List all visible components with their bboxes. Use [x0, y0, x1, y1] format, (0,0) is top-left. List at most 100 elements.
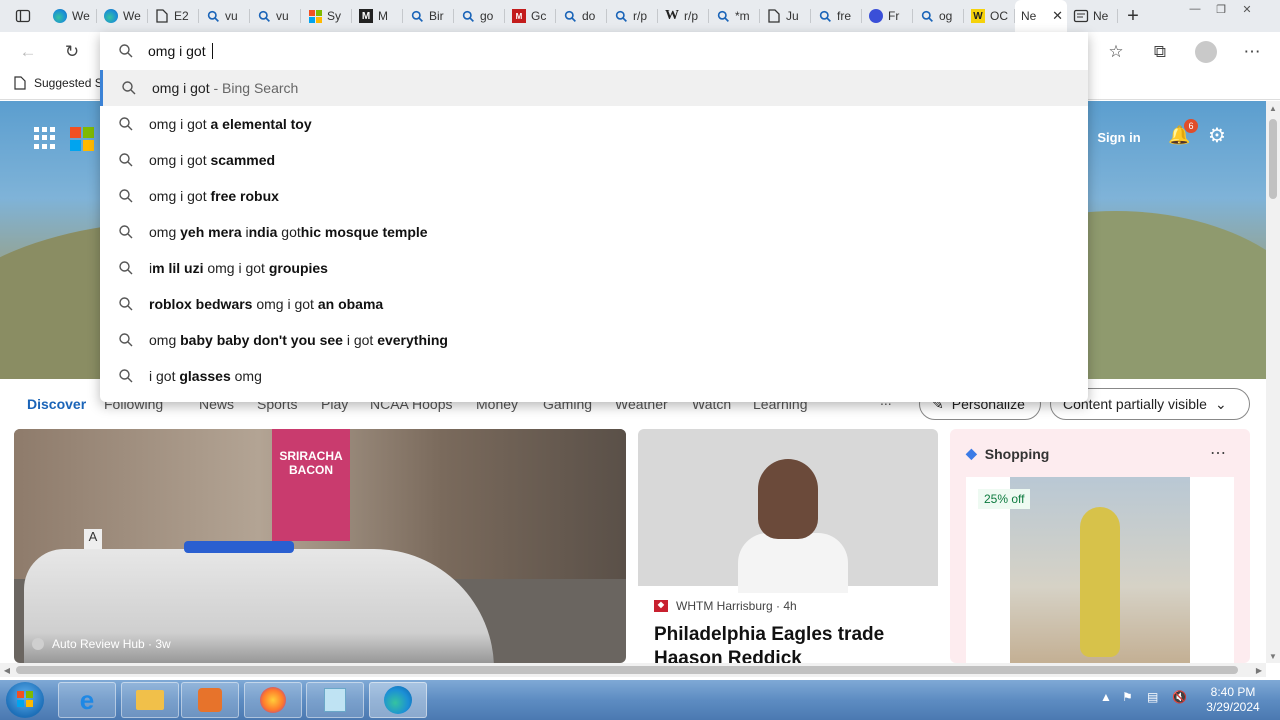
scroll-up-icon[interactable]: ▲ — [1266, 101, 1280, 115]
suggestion-item[interactable]: omg baby baby don't you see i got everyt… — [100, 322, 1088, 358]
new-tab-button[interactable]: + — [1118, 0, 1148, 32]
taskbar-media-player[interactable] — [181, 682, 239, 718]
tab-actions-icon — [15, 9, 31, 23]
tab-15[interactable]: fre — [811, 0, 862, 32]
search-icon — [119, 261, 133, 275]
nav-discover[interactable]: Discover — [27, 396, 86, 412]
action-center-icon[interactable]: ⚑ — [1122, 690, 1133, 704]
search-icon — [119, 369, 133, 383]
more-options-icon[interactable]: ⋯ — [1210, 443, 1226, 463]
tab-11[interactable]: r/p — [607, 0, 658, 32]
close-tab-icon[interactable]: ✕ — [1052, 8, 1063, 24]
sign-in-button[interactable]: Sign in — [1088, 125, 1150, 149]
clock[interactable]: 8:40 PM 3/29/2024 — [1198, 685, 1268, 715]
suggestion-text-part: glasses — [179, 368, 231, 384]
app-launcher-icon[interactable] — [34, 127, 56, 149]
taskbar-notepad[interactable] — [306, 682, 364, 718]
suggestion-item[interactable]: omg i got scammed — [100, 142, 1088, 178]
search-icon — [460, 8, 476, 24]
tab-7[interactable]: Bir — [403, 0, 454, 32]
scroll-thumb[interactable] — [16, 666, 1238, 674]
notifications-button[interactable]: 🔔 6 — [1168, 119, 1198, 147]
tab-actions-button[interactable] — [0, 0, 46, 32]
favorites-item[interactable]: Suggested S — [14, 76, 103, 90]
suggestion-item[interactable]: omg i got free robux — [100, 178, 1088, 214]
scroll-left-icon[interactable]: ◀ — [0, 663, 14, 677]
back-button[interactable]: ← — [14, 38, 42, 66]
tab-5[interactable]: Sy — [301, 0, 352, 32]
omnibox-dropdown: omg i got - Bing Searchomg i got a eleme… — [100, 32, 1088, 402]
news-card-eagles[interactable]: ◆ WHTM Harrisburg · 4h Philadelphia Eagl… — [638, 429, 938, 663]
suggestion-item[interactable]: omg i got a elemental toy — [100, 106, 1088, 142]
favorites-button[interactable]: ☆ — [1102, 38, 1130, 66]
taskbar-internet-explorer[interactable]: e — [58, 682, 116, 718]
show-hidden-icons[interactable]: ▲ — [1100, 690, 1112, 704]
clock-date: 3/29/2024 — [1206, 700, 1260, 714]
scroll-right-icon[interactable]: ▶ — [1252, 663, 1266, 677]
suggestion-text-part: - Bing Search — [209, 80, 299, 96]
microsoft-logo-icon[interactable] — [70, 127, 94, 151]
tab-18[interactable]: W OC — [964, 0, 1015, 32]
taskbar-firefox[interactable] — [244, 682, 302, 718]
scroll-thumb[interactable] — [1269, 119, 1277, 199]
tab-8[interactable]: go — [454, 0, 505, 32]
suggestion-item[interactable]: i got glasses omg — [100, 358, 1088, 394]
search-icon — [119, 297, 133, 311]
suggestion-item[interactable]: omg yeh mera india gothic mosque temple — [100, 214, 1088, 250]
network-icon[interactable]: ▤ — [1147, 690, 1158, 704]
settings-menu-button[interactable]: ⋯ — [1238, 38, 1266, 66]
tab-12[interactable]: Wr/p — [658, 0, 709, 32]
chevron-down-icon: ⌄ — [1214, 395, 1227, 412]
tab-13[interactable]: *m — [709, 0, 760, 32]
refresh-button[interactable]: ↻ — [58, 38, 86, 66]
news-card-large[interactable]: SRIRACHA BACON A Auto Review Hub · 3w — [14, 429, 626, 663]
tab-1[interactable]: We — [97, 0, 148, 32]
suggestion-item[interactable]: roblox bedwars omg i got an obama — [100, 286, 1088, 322]
tab-label: Fr — [888, 9, 900, 23]
tab-0[interactable]: We — [46, 0, 97, 32]
suggestion-item[interactable]: im lil uzi omg i got groupies — [100, 250, 1088, 286]
suggestion-text: omg i got free robux — [149, 188, 279, 204]
collections-button[interactable]: ⧉ — [1146, 38, 1174, 66]
close-window-button[interactable]: ✕ — [1234, 0, 1260, 18]
tab-label: We — [72, 9, 90, 23]
tab-17[interactable]: og — [913, 0, 964, 32]
taskbar-file-explorer[interactable] — [121, 682, 179, 718]
source-logo-icon — [32, 638, 44, 650]
tab-4[interactable]: vu — [250, 0, 301, 32]
suggestion-text-part: free robux — [210, 188, 279, 204]
scroll-down-icon[interactable]: ▼ — [1266, 649, 1280, 663]
firefox-icon — [260, 687, 286, 713]
tab-10[interactable]: do — [556, 0, 607, 32]
volume-muted-icon[interactable]: 🔇 — [1172, 690, 1187, 704]
product-panel[interactable]: 25% off — [966, 477, 1234, 663]
address-bar[interactable] — [100, 32, 1088, 70]
search-icon — [119, 225, 133, 239]
start-button[interactable] — [6, 682, 44, 718]
profile-button[interactable] — [1192, 38, 1220, 66]
search-icon — [613, 8, 629, 24]
tab-2[interactable]: E2 — [148, 0, 199, 32]
taskbar-edge[interactable] — [369, 682, 427, 718]
tab-9[interactable]: M Gc — [505, 0, 556, 32]
card-headline[interactable]: Philadelphia Eagles trade Haason Reddick — [654, 623, 930, 663]
minimize-button[interactable]: — — [1182, 0, 1208, 18]
tab-6[interactable]: MM — [352, 0, 403, 32]
tab-label: Ne — [1021, 9, 1037, 23]
tab-16[interactable]: Fr — [862, 0, 913, 32]
suggestion-text: omg i got scammed — [149, 152, 275, 168]
tab-news[interactable]: Ne — [1067, 0, 1118, 32]
vertical-scrollbar[interactable]: ▲ ▼ — [1266, 101, 1280, 663]
tab-label: og — [939, 9, 953, 23]
address-input[interactable] — [148, 40, 1048, 62]
tab-3[interactable]: vu — [199, 0, 250, 32]
horizontal-scrollbar[interactable]: ◀ ▶ — [0, 663, 1266, 677]
tab-label: Ne — [1093, 9, 1109, 23]
suggestion-text-part: baby baby don't you see — [180, 332, 347, 348]
shopping-card[interactable]: ◆ Shopping ⋯ 25% off — [950, 429, 1250, 663]
page-settings-button[interactable]: ⚙ — [1208, 123, 1232, 147]
suggestion-item[interactable]: omg i got - Bing Search — [100, 70, 1088, 106]
tab-14[interactable]: Ju — [760, 0, 811, 32]
tab-active[interactable]: Ne ✕ — [1015, 0, 1067, 32]
restore-button[interactable]: ❐ — [1208, 0, 1234, 18]
